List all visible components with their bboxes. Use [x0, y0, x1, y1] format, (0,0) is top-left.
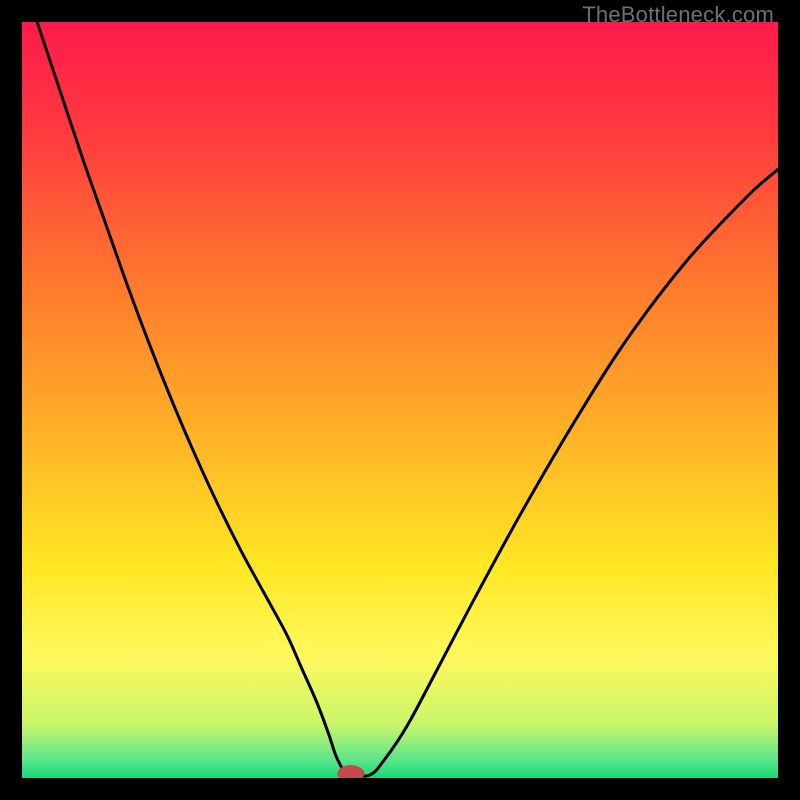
bottleneck-chart [22, 22, 778, 778]
chart-background [22, 22, 778, 778]
chart-frame [22, 22, 778, 778]
watermark-text: TheBottleneck.com [582, 2, 774, 28]
